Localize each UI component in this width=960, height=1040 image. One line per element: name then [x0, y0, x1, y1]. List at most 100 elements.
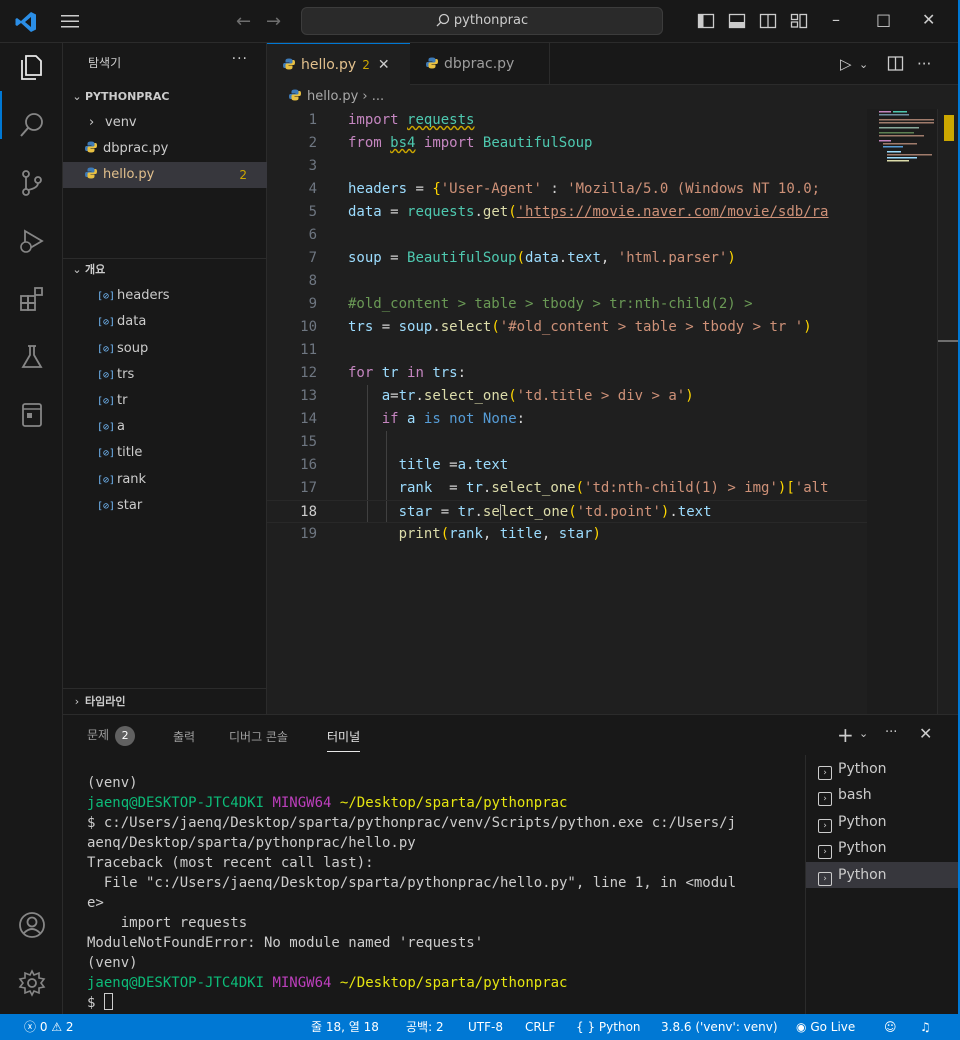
breadcrumb-file[interactable]: hello.py: [307, 89, 358, 104]
extensions-icon[interactable]: [16, 283, 48, 315]
search-icon[interactable]: [16, 109, 48, 141]
go-live-button[interactable]: ◉ Go Live: [796, 1014, 855, 1040]
outline-item[interactable]: [⊘] tr: [63, 388, 267, 414]
feedback-icon[interactable]: ☺: [884, 1014, 897, 1040]
terminal-item[interactable]: › bash: [806, 782, 960, 808]
tab-terminal[interactable]: 터미널: [327, 728, 361, 752]
menu-icon[interactable]: [60, 12, 80, 30]
bottom-panel: 문제 2 출력 디버그 콘솔 터미널 + ⌄ ··· ✕ (venv) jaenq@…: [63, 714, 960, 1015]
code-line: 8: [267, 270, 867, 293]
terminal-env: MINGW64: [272, 795, 332, 811]
editor-scrollbar[interactable]: [937, 109, 960, 714]
line-number: 16: [300, 457, 317, 473]
code-line: 9 #old_content > table > tbody > tr:nth-c…: [267, 293, 867, 316]
cursor-position[interactable]: 줄 18, 열 18: [311, 1014, 379, 1040]
outline-item[interactable]: [⊘] headers: [63, 283, 267, 309]
terminal-item[interactable]: › Python: [806, 756, 960, 782]
indentation[interactable]: 공백: 2: [406, 1014, 444, 1040]
tab-problems[interactable]: 문제 2: [87, 726, 136, 746]
project-section-header[interactable]: ⌄ PYTHONPRAC: [63, 86, 267, 108]
line-number: 1: [308, 112, 317, 128]
language-mode[interactable]: { } Python: [576, 1014, 641, 1040]
explorer-icon[interactable]: [16, 51, 48, 83]
new-terminal-icon[interactable]: +: [837, 723, 854, 747]
minimize-button[interactable]: –: [832, 10, 840, 29]
outline-item[interactable]: [⊘] soup: [63, 336, 267, 362]
customize-layout-icon[interactable]: [790, 12, 808, 30]
forward-arrow-icon[interactable]: →: [266, 11, 281, 32]
sidebar-more-button[interactable]: ···: [232, 51, 248, 67]
breadcrumb-symbols[interactable]: ...: [372, 89, 384, 104]
search-text: pythonprac: [453, 13, 529, 28]
maximize-button[interactable]: □: [876, 10, 891, 29]
outline-item[interactable]: [⊘] title: [63, 440, 267, 466]
outline-item-label: soup: [117, 341, 149, 356]
tree-item-hello[interactable]: hello.py 2: [63, 162, 267, 188]
terminal-line: (venv): [87, 775, 138, 791]
problems-status[interactable]: ⓧ 0 ⚠ 2: [24, 1014, 74, 1040]
more-actions-icon[interactable]: ···: [917, 55, 931, 73]
terminal-line: $ c:/Users/jaenq/Desktop/sparta/pythonpr…: [87, 815, 737, 831]
outline-section-header[interactable]: ⌄ 개요: [63, 258, 267, 281]
error-count: 0: [39, 1020, 48, 1034]
close-panel-icon[interactable]: ✕: [919, 724, 932, 743]
tab-hello-py[interactable]: hello.py 2 ✕: [267, 43, 410, 85]
outline-item[interactable]: [⊘] a: [63, 414, 267, 440]
terminal-item[interactable]: › Python: [806, 835, 960, 861]
error-icon: ⓧ: [24, 1020, 37, 1034]
tab-output[interactable]: 출력: [173, 728, 195, 745]
split-editor-icon[interactable]: [887, 55, 904, 72]
warning-icon: ⚠: [51, 1020, 63, 1034]
chevron-down-icon[interactable]: ⌄: [859, 727, 868, 740]
outline-item[interactable]: [⊘] star: [63, 493, 267, 519]
terminal-item[interactable]: › Python: [806, 809, 960, 835]
command-center-search[interactable]: pythonprac: [301, 7, 663, 35]
accounts-icon[interactable]: [16, 909, 48, 941]
testing-flask-icon[interactable]: [16, 341, 48, 373]
cursor-marker: [938, 340, 960, 342]
terminal-item-active[interactable]: › Python: [806, 862, 960, 888]
remote-explorer-icon[interactable]: [16, 399, 48, 431]
minimap[interactable]: [867, 109, 937, 714]
outline-item-label: rank: [117, 472, 147, 487]
terminal-path: ~/Desktop/sparta/pythonprac: [339, 795, 568, 811]
breadcrumb: hello.py › ...: [267, 85, 960, 109]
tree-item-dbprac[interactable]: dbprac.py: [63, 136, 267, 162]
run-python-icon[interactable]: ▷: [840, 55, 852, 73]
outline-item[interactable]: [⊘] rank: [63, 467, 267, 493]
terminal-line: File "c:/Users/jaenq/Desktop/sparta/pyth…: [87, 875, 737, 891]
code-editor[interactable]: 1 import requests 2 from bs4 import Beauti…: [267, 109, 867, 714]
python-interpreter[interactable]: 3.8.6 ('venv': venv): [661, 1014, 778, 1040]
outline-item[interactable]: [⊘] data: [63, 309, 267, 335]
outline-item[interactable]: [⊘] trs: [63, 362, 267, 388]
tree-item-label: hello.py: [103, 167, 155, 182]
line-number: 2: [308, 135, 317, 151]
close-icon[interactable]: ✕: [378, 57, 390, 73]
back-arrow-icon[interactable]: ←: [236, 11, 251, 32]
minimap-preview: [879, 111, 934, 162]
code-line: 3: [267, 155, 867, 178]
tab-dbprac-py[interactable]: dbprac.py: [410, 43, 550, 85]
terminal-output[interactable]: (venv) jaenq@DESKTOP-JTC4DKI MINGW64 ~/De…: [87, 773, 787, 1013]
close-button[interactable]: ✕: [922, 10, 935, 29]
timeline-section-header[interactable]: › 타임라인: [63, 688, 267, 714]
toggle-primary-sidebar-icon[interactable]: [697, 12, 715, 30]
notifications-bell-icon[interactable]: ♫: [920, 1014, 931, 1040]
line-number: 5: [308, 204, 317, 220]
code-line: 11: [267, 339, 867, 362]
terminal-line: aenq/Desktop/sparta/pythonprac/hello.py: [87, 835, 416, 851]
settings-gear-icon[interactable]: [16, 967, 48, 999]
run-debug-icon[interactable]: [16, 225, 48, 257]
toggle-secondary-sidebar-icon[interactable]: [759, 12, 777, 30]
toggle-panel-icon[interactable]: [728, 12, 746, 30]
broadcast-icon: ◉: [796, 1020, 807, 1034]
tab-debug-console[interactable]: 디버그 콘솔: [229, 728, 288, 745]
terminal-user: jaenq@DESKTOP-JTC4DKI: [87, 795, 265, 811]
tree-item-venv[interactable]: › venv: [63, 110, 267, 136]
line-ending[interactable]: CRLF: [525, 1014, 555, 1040]
chevron-down-icon[interactable]: ⌄: [859, 58, 868, 71]
source-control-icon[interactable]: [16, 167, 48, 199]
more-actions-icon[interactable]: ···: [885, 725, 897, 740]
encoding[interactable]: UTF-8: [468, 1014, 503, 1040]
terminal-line: import requests: [87, 915, 248, 931]
